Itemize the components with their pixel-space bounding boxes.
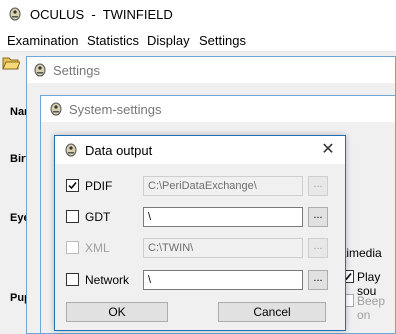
main-window-title: OCULUS - TWINFIELD xyxy=(30,7,173,22)
settings-titlebar: Settings xyxy=(27,57,395,83)
gdt-browse-button[interactable]: ... xyxy=(308,207,328,227)
cancel-button[interactable]: Cancel xyxy=(218,302,326,322)
settings-window-title: Settings xyxy=(53,63,100,78)
system-settings-window-title: System-settings xyxy=(69,102,162,117)
menu-display[interactable]: Display xyxy=(147,33,190,48)
beep-label: Beep on xyxy=(357,294,386,322)
ok-button[interactable]: OK xyxy=(66,302,168,322)
xml-checkbox xyxy=(66,241,79,254)
settings-window-icon xyxy=(34,63,46,77)
main-titlebar: OCULUS - TWINFIELD xyxy=(0,0,396,28)
pdif-label: PDIF xyxy=(85,179,113,193)
xml-path-field: C:\TWIN\ xyxy=(143,238,303,258)
gdt-checkbox[interactable] xyxy=(66,210,79,223)
menu-settings[interactable]: Settings xyxy=(199,33,246,48)
checkmark-icon xyxy=(68,182,77,190)
gdt-label: GDT xyxy=(85,210,111,224)
menu-statistics[interactable]: Statistics xyxy=(87,33,139,48)
network-browse-button[interactable]: ... xyxy=(308,270,328,290)
menu-examination[interactable]: Examination xyxy=(7,33,79,48)
dialog-title: Data output xyxy=(85,143,153,158)
network-checkbox[interactable] xyxy=(66,273,79,286)
dialog-titlebar: Data output ✕ xyxy=(55,136,345,164)
system-settings-titlebar: System-settings xyxy=(41,96,395,122)
network-label: Network xyxy=(85,273,130,287)
system-settings-window-icon xyxy=(50,102,62,116)
network-path-field[interactable]: \ xyxy=(143,270,303,290)
pdif-browse-button: ... xyxy=(308,176,328,196)
data-output-dialog-icon xyxy=(65,143,77,157)
gdt-path-field[interactable]: \ xyxy=(143,207,303,227)
xml-browse-button: ... xyxy=(308,238,328,258)
menubar: Examination Statistics Display Settings xyxy=(0,28,396,52)
pdif-checkbox[interactable] xyxy=(66,179,79,192)
close-icon[interactable]: ✕ xyxy=(317,140,339,160)
multimedia-group-label: timedia xyxy=(343,246,382,260)
oculus-app-icon xyxy=(9,7,21,21)
xml-label: XML xyxy=(85,241,110,255)
pdif-path-field: C:\PeriDataExchange\ xyxy=(143,176,303,196)
open-folder-icon[interactable] xyxy=(2,55,20,71)
data-output-dialog: Data output ✕ PDIF C:\PeriDataExchange\ … xyxy=(54,135,346,331)
